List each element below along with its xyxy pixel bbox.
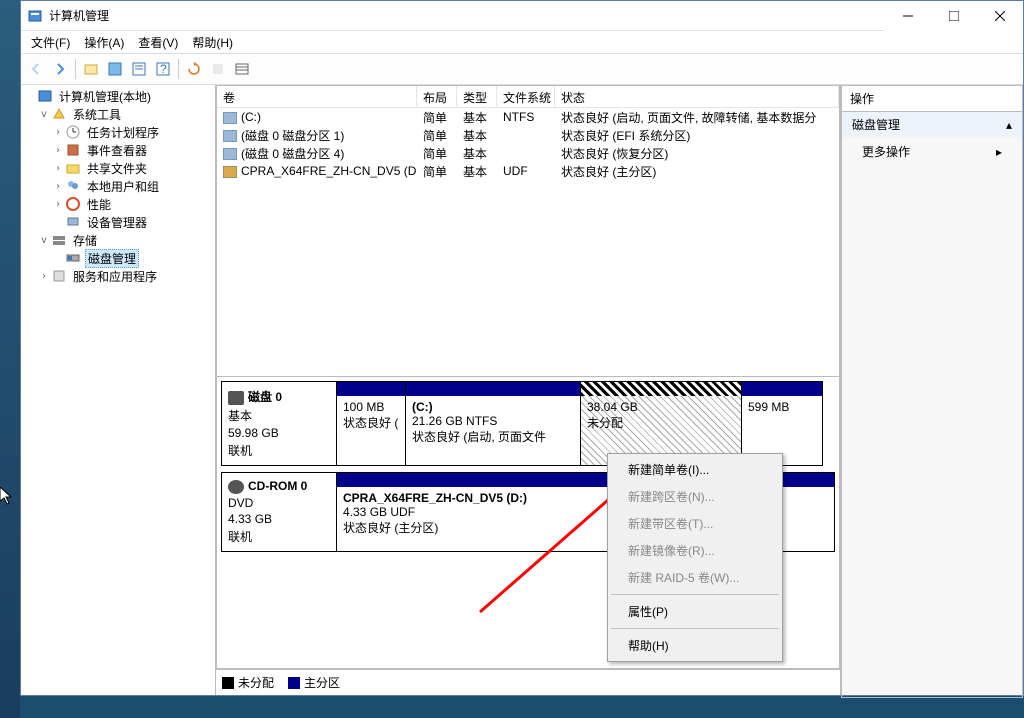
tree-services-apps[interactable]: ›服务和应用程序 [37,267,213,285]
ctx-properties[interactable]: 属性(P) [610,598,780,625]
refresh-button[interactable] [183,58,205,80]
ctx-new-spanned-volume: 新建跨区卷(N)... [610,483,780,510]
window-title: 计算机管理 [49,7,885,24]
volume-row[interactable]: (C:)简单基本NTFS状态良好 (启动, 页面文件, 故障转储, 基本数据分 [217,108,839,126]
tree-root[interactable]: 计算机管理(本地) [23,87,213,105]
list-header: 卷 布局 类型 文件系统 状态 [217,86,839,108]
navigation-tree[interactable]: 计算机管理(本地) v系统工具 ›任务计划程序 ›事件查看器 ›共享文件夹 ›本… [21,85,216,695]
volume-row[interactable]: (磁盘 0 磁盘分区 1)简单基本状态良好 (EFI 系统分区) [217,126,839,144]
legend-primary-swatch [288,677,300,689]
context-menu: 新建简单卷(I)... 新建跨区卷(N)... 新建带区卷(T)... 新建镜像… [607,453,783,662]
mouse-cursor [0,487,16,507]
close-button[interactable] [977,1,1023,31]
titlebar: 计算机管理 [21,1,1023,31]
tree-system-tools[interactable]: v系统工具 [37,105,213,123]
actions-header: 操作 [841,85,1023,112]
menu-action[interactable]: 操作(A) [78,32,130,53]
ctx-new-raid5-volume: 新建 RAID-5 卷(W)... [610,564,780,591]
tree-event-viewer[interactable]: ›事件查看器 [51,141,213,159]
toolbar: ? [21,53,1023,85]
collapse-icon: ▴ [1006,118,1012,132]
volume-list[interactable]: 卷 布局 类型 文件系统 状态 (C:)简单基本NTFS状态良好 (启动, 页面… [216,85,840,377]
tree-device-manager[interactable]: 设备管理器 [51,213,213,231]
cdrom-0-info[interactable]: CD-ROM 0 DVD 4.33 GB 联机 [221,472,337,552]
properties-button[interactable] [128,58,150,80]
tree-storage[interactable]: v存储 [37,231,213,249]
tree-disk-management[interactable]: 磁盘管理 [51,249,213,267]
volume-row[interactable]: CPRA_X64FRE_ZH-CN_DV5 (D:)简单基本UDF状态良好 (主… [217,162,839,180]
help-toolbar-button[interactable]: ? [152,58,174,80]
header-layout[interactable]: 布局 [417,86,457,107]
up-button[interactable] [80,58,102,80]
menu-view[interactable]: 查看(V) [132,32,184,53]
tree-shared-folders[interactable]: ›共享文件夹 [51,159,213,177]
actions-panel: 操作 磁盘管理▴ 更多操作▸ [841,85,1023,695]
export-button [207,58,229,80]
disk0-partition-1[interactable]: (C:)21.26 GB NTFS状态良好 (启动, 页面文件 [405,381,581,466]
svg-text:?: ? [160,62,167,76]
cdrom-icon [228,480,244,494]
forward-button[interactable] [49,58,71,80]
tree-local-users[interactable]: ›本地用户和组 [51,177,213,195]
minimize-button[interactable] [885,1,931,31]
header-type[interactable]: 类型 [457,86,497,107]
disk0-partition-0[interactable]: 100 MB状态良好 ( [336,381,406,466]
back-button [25,58,47,80]
legend: 未分配 主分区 [216,669,840,695]
volume-row[interactable]: (磁盘 0 磁盘分区 4)简单基本状态良好 (恢复分区) [217,144,839,162]
menu-help[interactable]: 帮助(H) [186,32,239,53]
ctx-help[interactable]: 帮助(H) [610,632,780,659]
header-status[interactable]: 状态 [555,86,839,107]
chevron-right-icon: ▸ [996,145,1002,159]
actions-more[interactable]: 更多操作▸ [842,137,1022,166]
tree-performance[interactable]: ›性能 [51,195,213,213]
legend-unallocated-swatch [222,677,234,689]
tree-task-scheduler[interactable]: ›任务计划程序 [51,123,213,141]
computer-management-window: 计算机管理 文件(F) 操作(A) 查看(V) 帮助(H) ? 计算机管理(本地… [20,0,1024,696]
header-volume[interactable]: 卷 [217,86,417,107]
header-filesystem[interactable]: 文件系统 [497,86,555,107]
ctx-new-mirrored-volume: 新建镜像卷(R)... [610,537,780,564]
ctx-new-striped-volume: 新建带区卷(T)... [610,510,780,537]
maximize-button[interactable] [931,1,977,31]
ctx-new-simple-volume[interactable]: 新建简单卷(I)... [610,456,780,483]
show-hide-tree-button[interactable] [104,58,126,80]
list-view-button[interactable] [231,58,253,80]
menubar: 文件(F) 操作(A) 查看(V) 帮助(H) [21,31,1023,53]
app-icon [27,8,43,24]
menu-file[interactable]: 文件(F) [25,32,76,53]
disk-icon [228,391,244,405]
actions-group-disk-management[interactable]: 磁盘管理▴ [842,112,1022,137]
disk-0-info[interactable]: 磁盘 0 基本 59.98 GB 联机 [221,381,337,466]
